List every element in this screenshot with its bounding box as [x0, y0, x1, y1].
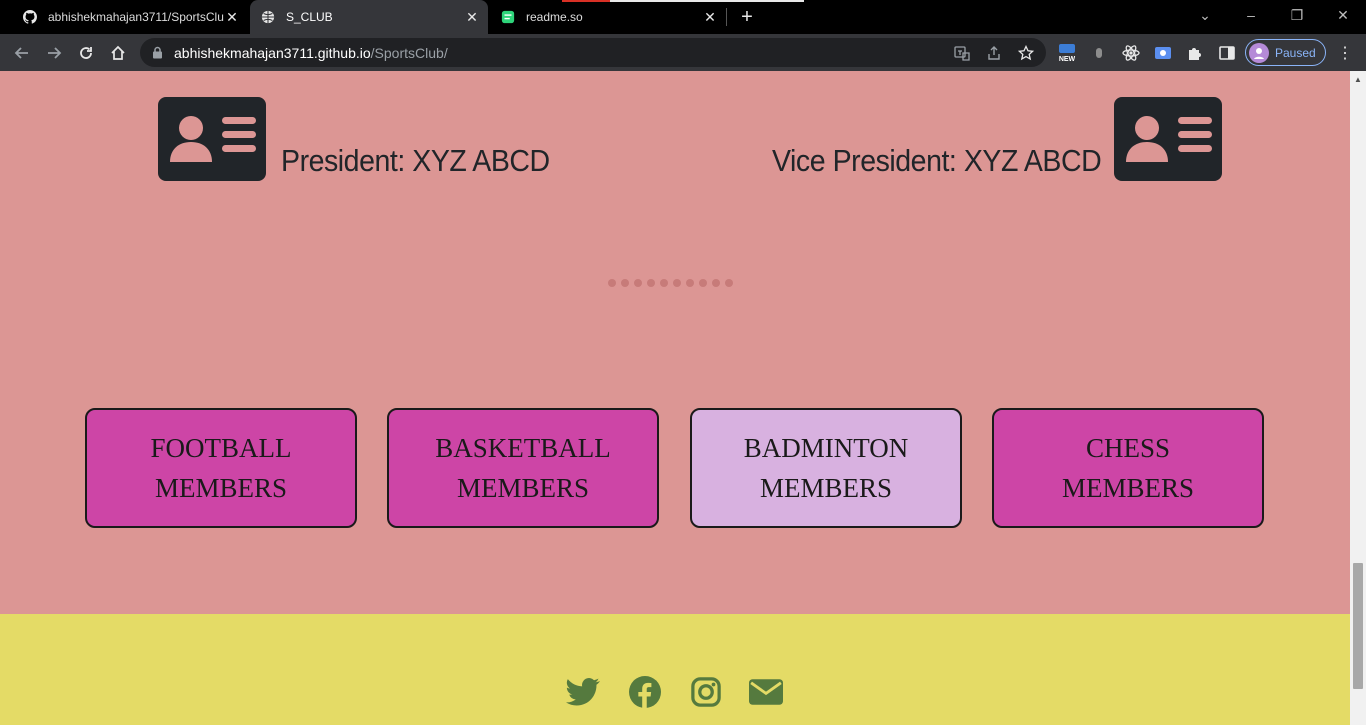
close-tab-icon[interactable]: ✕	[224, 9, 240, 25]
home-button[interactable]	[104, 39, 132, 67]
vertical-scrollbar[interactable]: ▲	[1350, 71, 1366, 725]
carousel-dot[interactable]	[712, 279, 720, 287]
button-label-line1: BASKETBALL	[435, 433, 611, 463]
basketball-members-button[interactable]: BASKETBALL MEMBERS	[387, 408, 659, 528]
browser-tab-bar: abhishekmahajan3711/SportsClub ✕ S_CLUB …	[0, 0, 1366, 34]
scroll-up-arrow-icon[interactable]: ▲	[1350, 71, 1366, 87]
tab-readme[interactable]: readme.so ✕	[490, 0, 726, 34]
tab-title: S_CLUB	[286, 10, 333, 24]
carousel-dot[interactable]	[647, 279, 655, 287]
tab-title: readme.so	[526, 10, 583, 24]
close-tab-icon[interactable]: ✕	[464, 9, 480, 25]
club-officers-section: President: XYZ ABCD Vice President: XYZ …	[0, 71, 1350, 614]
button-label-line2: MEMBERS	[456, 473, 590, 503]
browser-menu-icon[interactable]: ⋮	[1336, 43, 1354, 63]
side-panel-icon[interactable]	[1217, 43, 1237, 63]
id-card-icon	[1114, 97, 1222, 181]
tab-search-icon[interactable]: ⌄	[1182, 0, 1228, 30]
badminton-members-button[interactable]: BADMINTON MEMBERS	[690, 408, 962, 528]
forward-button[interactable]	[40, 39, 68, 67]
screen-capture-icon[interactable]	[1153, 43, 1173, 63]
football-members-button[interactable]: FOOTBALL MEMBERS	[85, 408, 357, 528]
twitter-icon[interactable]	[565, 674, 601, 710]
tab-s-club[interactable]: S_CLUB ✕	[250, 0, 488, 34]
mouse-extension-icon[interactable]	[1089, 43, 1109, 63]
reload-button[interactable]	[72, 39, 100, 67]
github-icon	[22, 9, 38, 25]
page-viewport: President: XYZ ABCD Vice President: XYZ …	[0, 71, 1366, 725]
carousel-dot[interactable]	[608, 279, 616, 287]
instagram-icon[interactable]	[688, 674, 724, 710]
button-label-line1: FOOTBALL	[150, 433, 292, 463]
media-indicator	[562, 0, 610, 2]
tab-highlight	[610, 0, 804, 2]
address-bar[interactable]: abhishekmahajan3711.github.io/SportsClub…	[140, 38, 1046, 67]
restore-button[interactable]: ❐	[1274, 0, 1320, 30]
carousel-dot[interactable]	[725, 279, 733, 287]
vice-president-name: Vice President: XYZ ABCD	[772, 143, 1102, 178]
carousel-dot[interactable]	[634, 279, 642, 287]
back-button[interactable]	[8, 39, 36, 67]
new-tab-button[interactable]: +	[734, 5, 760, 29]
arrow-right-icon	[48, 47, 62, 59]
carousel-dot[interactable]	[621, 279, 629, 287]
avatar-icon	[1249, 42, 1269, 63]
carousel-indicators	[608, 279, 733, 287]
close-window-button[interactable]: ✕	[1320, 0, 1366, 30]
arrow-left-icon	[14, 47, 28, 59]
chess-members-button[interactable]: CHESS MEMBERS	[992, 408, 1264, 528]
profile-status: Paused	[1275, 45, 1316, 60]
home-icon	[111, 45, 125, 60]
footer	[0, 614, 1350, 725]
button-label-line2: MEMBERS	[759, 473, 893, 503]
profile-button[interactable]: Paused	[1245, 39, 1326, 66]
new-badge: NEW	[1059, 56, 1076, 63]
carousel-dot[interactable]	[699, 279, 707, 287]
button-label-line1: BADMINTON	[743, 433, 909, 463]
president-name: President: XYZ ABCD	[281, 143, 550, 178]
carousel-dot[interactable]	[660, 279, 668, 287]
button-label-line2: MEMBERS	[154, 473, 288, 503]
id-card-icon	[158, 97, 266, 181]
react-devtools-icon[interactable]	[1121, 43, 1141, 63]
url-path: /SportsClub/	[370, 44, 448, 61]
button-label-line2: MEMBERS	[1061, 473, 1195, 503]
email-icon[interactable]	[748, 674, 784, 710]
bookmark-star-icon[interactable]	[1018, 45, 1034, 61]
globe-icon	[260, 9, 276, 25]
carousel-dot[interactable]	[673, 279, 681, 287]
reload-icon	[80, 47, 92, 59]
facebook-icon[interactable]	[627, 674, 663, 710]
lock-icon[interactable]	[152, 46, 164, 60]
share-icon[interactable]	[986, 45, 1002, 61]
translate-icon[interactable]	[954, 45, 970, 61]
scroll-thumb[interactable]	[1353, 563, 1363, 689]
carousel-dot[interactable]	[686, 279, 694, 287]
tab-title: abhishekmahajan3711/SportsClub	[48, 10, 224, 24]
button-label-line1: CHESS	[1085, 433, 1171, 463]
tab-github[interactable]: abhishekmahajan3711/SportsClub ✕	[12, 0, 248, 34]
url-host: abhishekmahajan3711.github.io	[174, 44, 371, 61]
extensions-puzzle-icon[interactable]	[1185, 43, 1205, 63]
new-extension-icon[interactable]: NEW	[1057, 43, 1077, 63]
browser-toolbar: abhishekmahajan3711.github.io/SportsClub…	[0, 34, 1366, 71]
tab-divider	[726, 8, 727, 26]
readme-icon	[500, 9, 516, 25]
close-tab-icon[interactable]: ✕	[702, 9, 718, 25]
minimize-button[interactable]: –	[1228, 0, 1274, 30]
url-text: abhishekmahajan3711.github.io/SportsClub…	[174, 45, 448, 61]
